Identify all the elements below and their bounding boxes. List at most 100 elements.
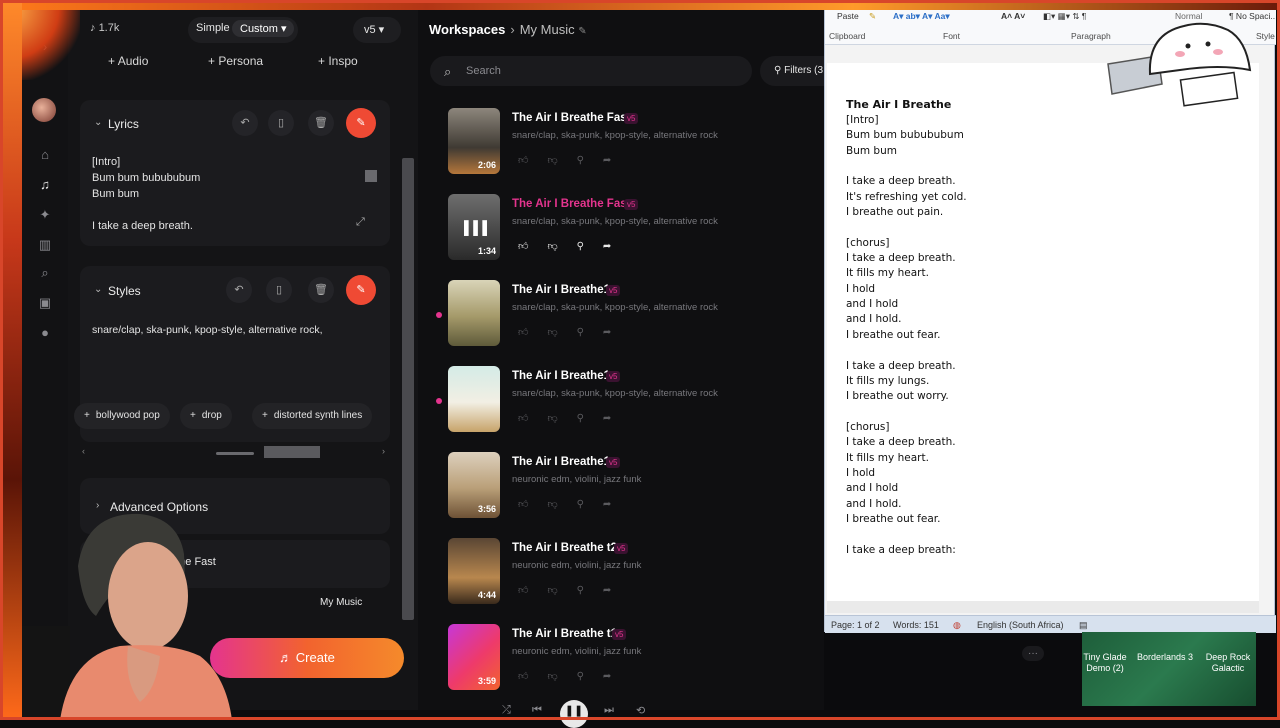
version-select[interactable]: v5 ▾ [353, 17, 401, 43]
previous-icon[interactable]: ⏮ [532, 704, 542, 717]
song-thumbnail[interactable]: 2:06 [448, 108, 500, 174]
library-icon[interactable]: ▥ [36, 236, 54, 254]
song-actions[interactable]: 👍︎👎︎⚲➦ [518, 412, 630, 424]
desktop-shortcut[interactable]: Deep Rock Galactic [1200, 652, 1256, 674]
version-badge: v5 [606, 457, 621, 468]
paragraph-icons[interactable]: ◧▾ ▦▾ ⇅ ¶ [1043, 11, 1086, 22]
add-persona-button[interactable]: + Persona [208, 54, 263, 68]
credits-value: 1.7k [98, 22, 120, 34]
workspace-button[interactable]: My Music [320, 597, 362, 608]
song-title[interactable]: The Air I Breathe Fast [512, 112, 630, 124]
song-row[interactable]: The Air I Breathe1 v5 snare/clap, ska-pu… [448, 280, 818, 354]
chevron-down-icon[interactable]: ⌄ [94, 284, 102, 295]
search-nav-icon[interactable]: ⌕ [36, 264, 54, 282]
breadcrumb-current: My Music [519, 22, 575, 37]
desktop-shortcut[interactable]: Borderlands 3 [1134, 652, 1196, 663]
version-badge: v5 [606, 285, 621, 296]
style-chip[interactable]: + distorted synth lines [252, 403, 373, 429]
create-icon[interactable]: ♫ [36, 176, 54, 194]
word-count[interactable]: Words: 151 [893, 620, 939, 630]
breadcrumb-root[interactable]: Workspaces [429, 22, 505, 37]
scroll-left-icon[interactable]: ‹ [82, 446, 85, 456]
song-title[interactable]: The Air I Breathe t2 [512, 542, 617, 554]
scroll-right-icon[interactable]: › [382, 446, 385, 456]
mode-custom-button[interactable]: Custom ▾ [232, 20, 295, 37]
song-actions[interactable]: 👍︎👎︎⚲➦ [518, 670, 630, 682]
song-actions[interactable]: 👍︎👎︎⚲➦ [518, 326, 630, 338]
song-row[interactable]: The Air I Breathe1 v5 snare/clap, ska-pu… [448, 366, 818, 440]
undo-icon[interactable]: ↶ [226, 277, 252, 303]
page-count[interactable]: Page: 1 of 2 [831, 620, 880, 630]
song-actions[interactable]: 👍︎👎︎⚲➦ [518, 154, 630, 166]
explore-icon[interactable]: ✦ [36, 206, 54, 224]
create-button[interactable]: ♬ Create [210, 638, 404, 678]
paste-button[interactable]: Paste [837, 11, 859, 21]
text-effects-icon[interactable]: A▾ ab▾ A▾ Aa▾ [893, 11, 950, 22]
breadcrumb-separator: › [510, 22, 515, 37]
bookmark-icon[interactable]: ▯ [268, 110, 294, 136]
next-icon[interactable]: ⏭ [604, 704, 614, 717]
chevron-down-icon[interactable]: ⌄ [94, 117, 102, 128]
doc-body: [Intro] Bum bum bubububum Bum bum I take… [846, 114, 967, 556]
cat-eye [1185, 43, 1191, 49]
search-input[interactable] [466, 63, 736, 79]
avatar[interactable] [32, 98, 56, 122]
bookmark-icon[interactable]: ▯ [266, 277, 292, 303]
magic-wand-icon[interactable]: ✎ [346, 275, 376, 305]
styles-textarea[interactable]: snare/clap, ska-punk, kpop-style, altern… [92, 324, 323, 336]
mode-custom-label: Custom [240, 23, 278, 35]
magic-wand-icon[interactable]: ✎ [346, 108, 376, 138]
song-thumbnail[interactable] [448, 280, 500, 346]
shuffle-icon[interactable]: ⤮ [502, 704, 511, 717]
clipboard-group-label: Clipboard [829, 31, 866, 41]
mode-simple-button[interactable]: Simple [196, 22, 230, 34]
panel-scrollbar[interactable] [402, 158, 414, 620]
font-size-icons[interactable]: A˄ A˅ [1001, 11, 1025, 21]
desktop-shortcut[interactable]: Tiny Glade Demo (2) [1082, 652, 1128, 674]
expand-lyrics-icon[interactable]: ⤢ [356, 216, 365, 229]
song-actions[interactable]: 👍︎👎︎⚲➦ [518, 498, 630, 510]
repeat-icon[interactable]: ⟲ [636, 704, 645, 717]
macro-icon[interactable]: ▤ [1079, 620, 1088, 631]
lyrics-scroll-thumb[interactable] [365, 170, 377, 182]
edit-icon[interactable]: ✎ [578, 26, 586, 37]
trash-icon[interactable]: 🗑 [308, 277, 334, 303]
song-title[interactable]: The Air I Breathe1 [512, 370, 610, 382]
proofing-icon[interactable]: ◍ [953, 620, 961, 631]
more-options-icon[interactable]: ··· [1022, 646, 1044, 661]
song-title[interactable]: The Air I Breathe1 [512, 456, 610, 468]
filters-button[interactable]: ⚲ Filters (3 [760, 56, 824, 86]
song-thumbnail[interactable]: ▌▌▌ 1:34 [448, 194, 500, 260]
song-actions[interactable]: 👍︎👎︎⚲➦ [518, 584, 630, 596]
notifications-icon[interactable]: ● [36, 324, 54, 342]
song-row[interactable]: 3:56 The Air I Breathe1 v5 neuronic edm,… [448, 452, 818, 526]
song-title[interactable]: The Air I Breathe1 [512, 284, 610, 296]
song-title[interactable]: The Air I Breathe t1 [512, 628, 617, 640]
song-thumbnail[interactable] [448, 366, 500, 432]
lyrics-textarea[interactable]: [Intro] Bum bum bubububum Bum bum I take… [92, 154, 200, 234]
song-title[interactable]: The Air I Breathe Fast [512, 198, 630, 210]
song-row[interactable]: 2:06 The Air I Breathe Fast v5 snare/cla… [448, 108, 818, 182]
song-thumbnail[interactable]: 3:56 [448, 452, 500, 518]
language[interactable]: English (South Africa) [977, 620, 1064, 630]
add-audio-button[interactable]: + Audio [108, 54, 148, 68]
format-painter-icon[interactable]: ✎ [869, 11, 876, 22]
song-row[interactable]: ▌▌▌ 1:34 The Air I Breathe Fast v5 snare/… [448, 194, 818, 268]
song-thumbnail[interactable]: 4:44 [448, 538, 500, 604]
pause-icon[interactable]: ❚❚ [560, 700, 588, 728]
word-hscrollbar[interactable] [827, 601, 1259, 613]
undo-icon[interactable]: ↶ [232, 110, 258, 136]
song-actions[interactable]: 👍︎👎︎⚲➦ [518, 240, 630, 252]
player-controls: ⤮ ⏮ ❚❚ ⏭ ⟲ [490, 700, 670, 728]
studio-icon[interactable]: ▣ [36, 294, 54, 312]
style-chip[interactable]: + bollywood pop [74, 403, 170, 429]
add-inspo-button[interactable]: + Inspo [318, 54, 358, 68]
home-icon[interactable]: ⌂ [36, 146, 54, 164]
style-chip[interactable]: + drop [180, 403, 232, 429]
chips-scroll-thumb[interactable] [264, 446, 320, 458]
song-row[interactable]: 4:44 The Air I Breathe t2 v5 neuronic ed… [448, 538, 818, 612]
song-thumbnail[interactable]: 3:59 [448, 624, 500, 690]
song-tags: neuronic edm, violini, jazz funk [512, 646, 642, 657]
song-row[interactable]: 3:59 The Air I Breathe t1 v5 neuronic ed… [448, 624, 818, 698]
trash-icon[interactable]: 🗑 [308, 110, 334, 136]
